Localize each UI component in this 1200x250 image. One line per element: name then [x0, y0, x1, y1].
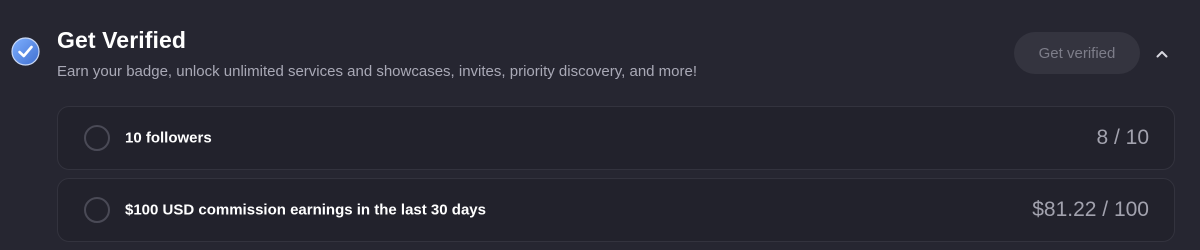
- requirement-progress: $81.22 / 100: [1032, 198, 1149, 221]
- collapse-toggle-button[interactable]: [1149, 41, 1175, 67]
- get-verified-panel: Get Verified Earn your badge, unlock unl…: [0, 0, 1200, 250]
- requirement-status-circle-icon: [84, 125, 110, 151]
- verified-check-badge-icon: [11, 37, 40, 66]
- requirement-progress: 8 / 10: [1096, 126, 1149, 149]
- requirement-label: $100 USD commission earnings in the last…: [125, 201, 486, 219]
- get-verified-button[interactable]: Get verified: [1014, 32, 1140, 74]
- requirement-label: 10 followers: [125, 129, 212, 147]
- requirement-row-commission-earnings: $100 USD commission earnings in the last…: [57, 178, 1175, 242]
- chevron-up-icon: [1156, 51, 1168, 58]
- page-subtitle: Earn your badge, unlock unlimited servic…: [57, 63, 698, 80]
- page-title: Get Verified: [57, 27, 187, 53]
- requirement-row-followers: 10 followers 8 / 10: [57, 106, 1175, 170]
- requirement-status-circle-icon: [84, 197, 110, 223]
